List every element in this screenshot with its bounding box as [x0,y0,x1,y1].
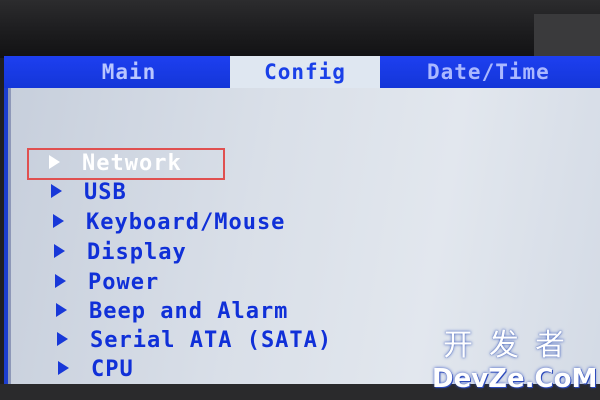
submenu-arrow-icon [49,155,60,169]
submenu-arrow-icon [56,303,67,317]
submenu-arrow-icon [53,214,64,228]
menu-item-keyboard-mouse[interactable]: Keyboard/Mouse [53,209,285,237]
tab-main[interactable]: Main [44,56,214,88]
menu-item-label: Serial ATA (SATA) [90,328,333,353]
menu-item-serial-ata[interactable]: Serial ATA (SATA) [57,327,332,355]
menu-item-display[interactable]: Display [54,239,187,267]
submenu-arrow-icon [58,361,69,375]
menu-item-label: Power [88,270,160,295]
menu-item-label: CPU [91,357,134,382]
menu-item-network[interactable]: Network [49,150,182,178]
menu-item-usb[interactable]: USB [51,179,127,207]
watermark-chinese-text: 开发者 [443,328,581,363]
site-watermark: 开发者 DevZe.CoM [432,328,598,394]
menu-item-label: Network [82,151,182,176]
monitor-bezel-top [0,0,600,58]
menu-item-beep-and-alarm[interactable]: Beep and Alarm [56,298,288,326]
tab-date-time[interactable]: Date/Time [379,56,600,88]
submenu-arrow-icon [51,184,62,198]
menu-item-label: Keyboard/Mouse [86,210,286,235]
menu-item-label: USB [84,180,127,205]
menu-item-label: Display [87,240,187,265]
bios-tab-bar: Main Config Date/Time [4,56,600,88]
submenu-arrow-icon [57,332,68,346]
submenu-arrow-icon [55,274,66,288]
menu-item-cpu[interactable]: CPU [58,356,134,384]
tab-config[interactable]: Config [230,56,380,88]
monitor-bezel-corner [534,14,600,58]
menu-item-power[interactable]: Power [55,269,159,297]
submenu-arrow-icon [54,244,65,258]
menu-item-label: Beep and Alarm [89,299,289,324]
watermark-english-text: DevZe.CoM [432,364,598,394]
